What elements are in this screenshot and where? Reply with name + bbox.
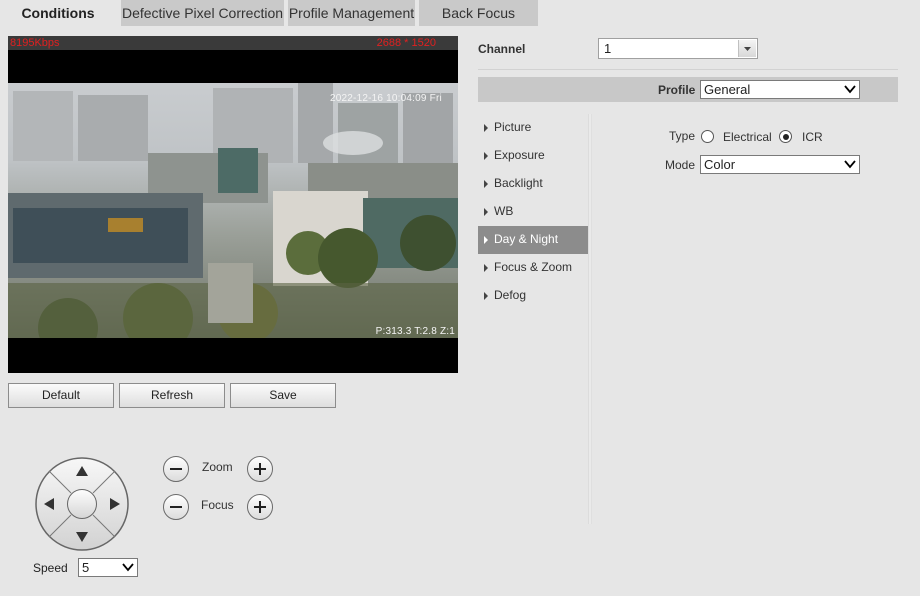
tab-bar: Conditions Defective Pixel Correction Pr…: [0, 0, 920, 26]
menu-item-defog[interactable]: Defog: [478, 282, 588, 310]
ptz-position-overlay: P:313.3 T:2.8 Z:1: [375, 326, 455, 337]
channel-dropdown-button[interactable]: [738, 40, 756, 57]
speed-value: 5: [82, 560, 90, 575]
ptz-direction-pad: [34, 456, 130, 552]
speed-label: Speed: [33, 561, 68, 575]
pan-up-icon[interactable]: [74, 464, 90, 478]
plus-icon: [254, 501, 266, 513]
channel-select[interactable]: 1: [598, 38, 758, 59]
resolution-readout: 2688 * 1520: [376, 37, 436, 49]
menu-item-wb[interactable]: WB: [478, 198, 588, 226]
caret-right-icon: [484, 180, 488, 188]
type-electrical-radio[interactable]: [701, 130, 714, 143]
type-electrical-label[interactable]: Electrical: [723, 130, 772, 144]
caret-down-icon: [744, 47, 751, 51]
pan-right-icon[interactable]: [108, 496, 122, 512]
caret-right-icon: [484, 208, 488, 216]
zoom-label: Zoom: [202, 460, 233, 474]
bitrate-readout: 8195Kbps: [10, 37, 60, 49]
focus-near-button[interactable]: [163, 494, 189, 520]
divider: [478, 69, 898, 70]
type-icr-label[interactable]: ICR: [802, 130, 823, 144]
mode-select[interactable]: Color: [700, 155, 860, 174]
focus-far-button[interactable]: [247, 494, 273, 520]
tab-profile-management[interactable]: Profile Management: [288, 0, 416, 26]
menu-item-exposure[interactable]: Exposure: [478, 142, 588, 170]
camera-scene: 2022-12-16 10:04:09 Fri P:313.3 T:2.8 Z:…: [8, 83, 458, 338]
chevron-down-icon: [844, 160, 856, 169]
chevron-down-icon: [844, 85, 856, 94]
save-button[interactable]: Save: [230, 383, 336, 408]
pan-down-icon[interactable]: [74, 530, 90, 544]
menu-item-focus-zoom[interactable]: Focus & Zoom: [478, 254, 588, 282]
caret-right-icon: [484, 124, 488, 132]
caret-right-icon: [484, 264, 488, 272]
menu-item-day-night[interactable]: Day & Night: [478, 226, 588, 254]
menu-item-picture[interactable]: Picture: [478, 114, 588, 142]
tab-defective-pixel-correction[interactable]: Defective Pixel Correction: [121, 0, 285, 26]
tab-conditions[interactable]: Conditions: [0, 0, 117, 26]
pan-left-icon[interactable]: [42, 496, 56, 512]
speed-select[interactable]: 5: [78, 558, 138, 577]
profile-select[interactable]: General: [700, 80, 860, 99]
scene-image: [8, 83, 458, 338]
video-preview[interactable]: 8195Kbps 2688 * 1520 2022-12-16 10:04:09…: [8, 36, 458, 373]
default-button[interactable]: Default: [8, 383, 114, 408]
type-icr-radio[interactable]: [779, 130, 792, 143]
channel-label: Channel: [478, 42, 526, 56]
plus-icon: [254, 463, 266, 475]
zoom-in-button[interactable]: [247, 456, 273, 482]
settings-menu: Picture Exposure Backlight WB Day & Nigh…: [478, 114, 588, 310]
caret-right-icon: [484, 152, 488, 160]
menu-separator: [588, 114, 592, 524]
zoom-out-button[interactable]: [163, 456, 189, 482]
minus-icon: [170, 468, 182, 470]
channel-value: 1: [604, 41, 612, 56]
mode-value: Color: [704, 157, 736, 172]
chevron-down-icon: [122, 563, 134, 572]
type-label: Type: [669, 129, 696, 143]
focus-label: Focus: [201, 498, 234, 512]
ptz-center-button[interactable]: [67, 489, 97, 519]
caret-right-icon: [484, 236, 488, 244]
mode-label: Mode: [665, 158, 696, 172]
menu-item-backlight[interactable]: Backlight: [478, 170, 588, 198]
tab-back-focus[interactable]: Back Focus: [419, 0, 539, 26]
minus-icon: [170, 506, 182, 508]
caret-right-icon: [484, 292, 488, 300]
profile-label: Profile: [658, 83, 696, 97]
profile-value: General: [704, 82, 751, 97]
refresh-button[interactable]: Refresh: [119, 383, 225, 408]
timestamp-overlay: 2022-12-16 10:04:09 Fri: [330, 93, 442, 104]
